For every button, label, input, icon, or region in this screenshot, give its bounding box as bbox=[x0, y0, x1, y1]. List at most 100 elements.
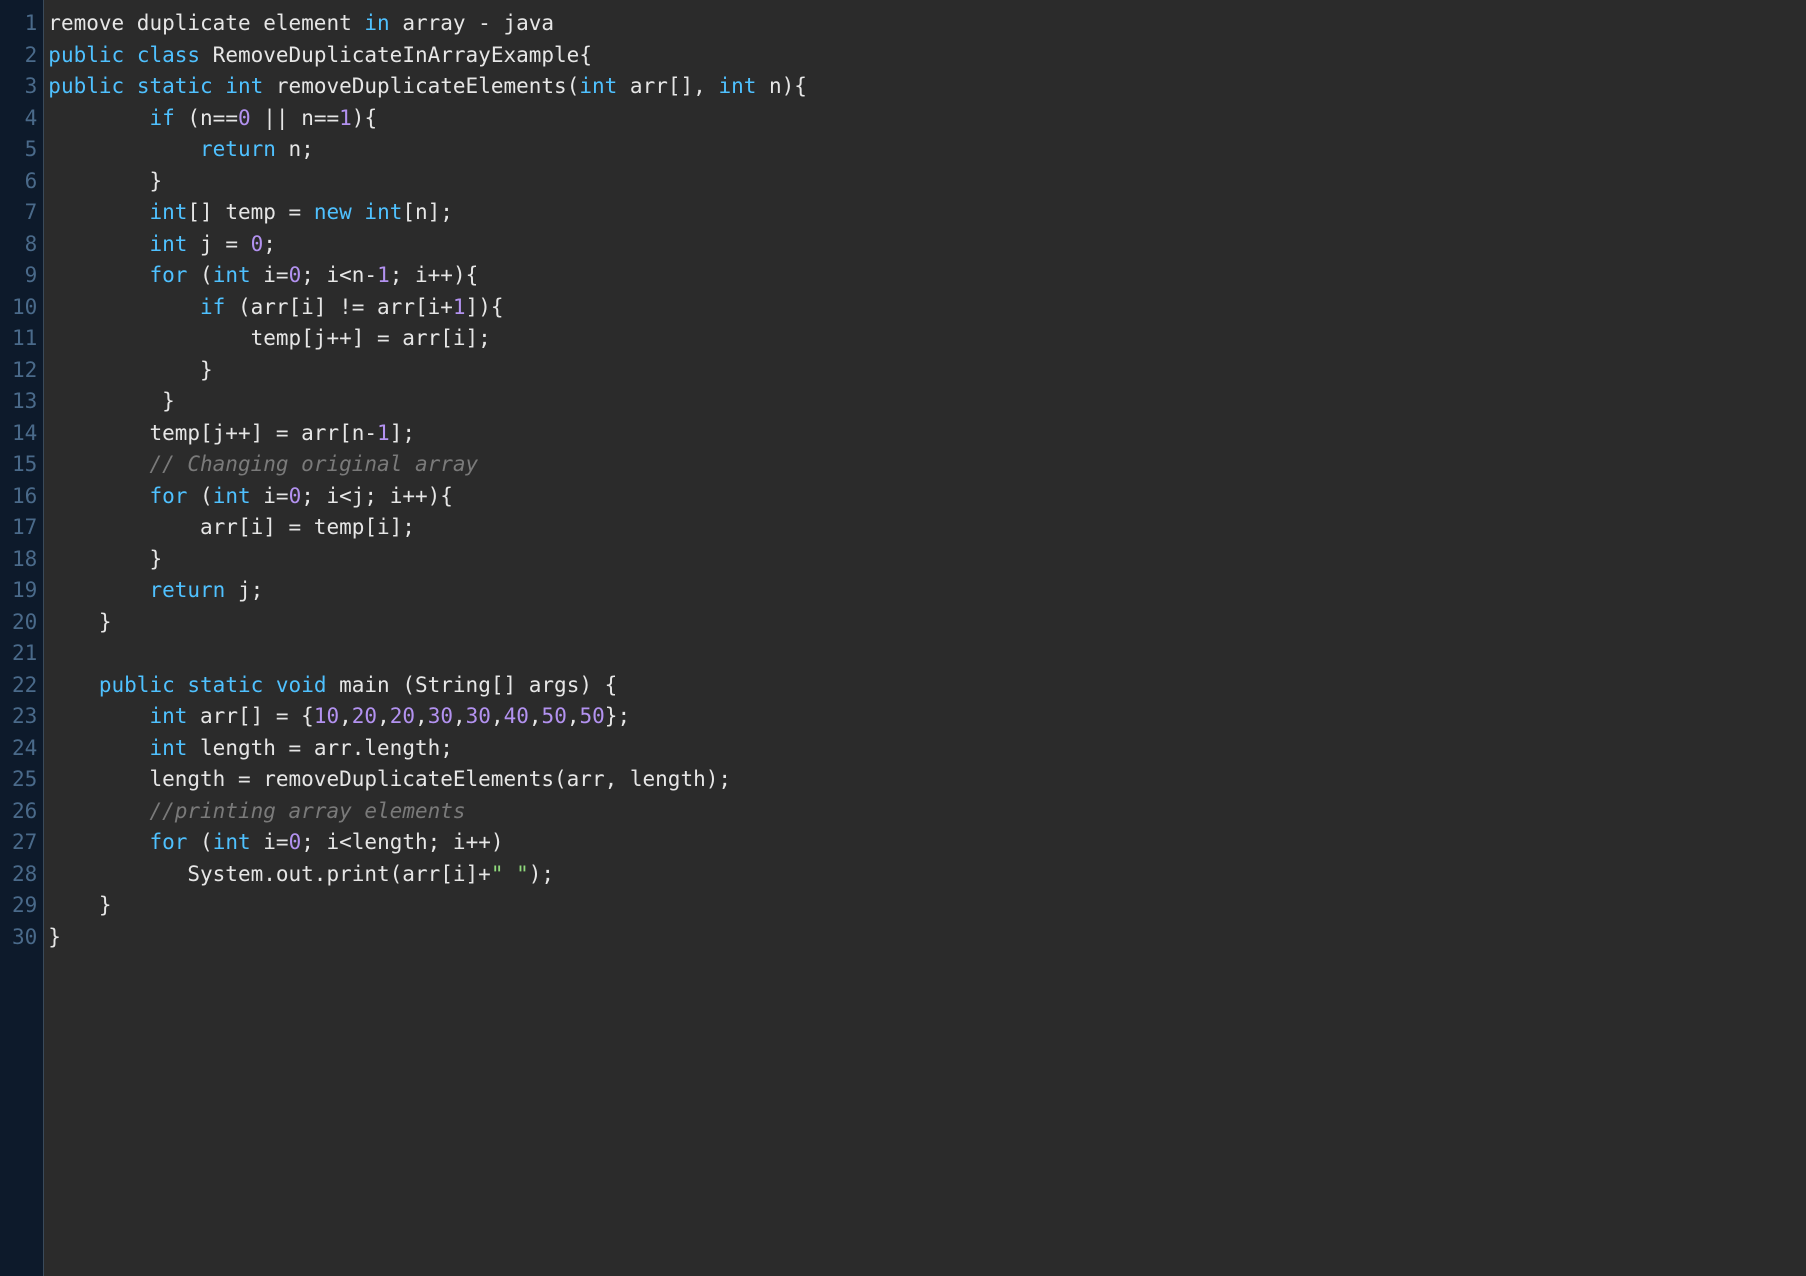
code-line[interactable]: } bbox=[48, 607, 1806, 639]
code-token: 0 bbox=[289, 830, 302, 854]
code-line[interactable]: //printing array elements bbox=[48, 796, 1806, 828]
code-token: j; bbox=[225, 578, 288, 602]
code-token: main (String[] args) { bbox=[326, 673, 642, 697]
code-token: 0 bbox=[289, 484, 302, 508]
code-token: 1 bbox=[339, 106, 352, 130]
code-line[interactable]: // Changing original array bbox=[48, 449, 1806, 481]
code-token: , bbox=[529, 704, 542, 728]
code-token: 0 bbox=[251, 232, 264, 256]
code-line[interactable]: length = removeDuplicateElements(arr, le… bbox=[48, 764, 1806, 796]
code-token bbox=[48, 830, 149, 854]
code-line[interactable]: } bbox=[48, 544, 1806, 576]
code-line[interactable]: for (int i=0; i<j; i++){ bbox=[48, 481, 1806, 513]
code-line[interactable] bbox=[48, 638, 1806, 670]
code-token: public bbox=[48, 43, 124, 67]
code-line[interactable]: temp[j++] = arr[n-1]; bbox=[48, 418, 1806, 450]
code-token: length = arr.length; bbox=[187, 736, 478, 760]
line-number-gutter: 1234567891011121314151617181920212223242… bbox=[0, 0, 44, 1276]
line-number: 5 bbox=[12, 134, 37, 166]
code-token bbox=[48, 452, 149, 476]
code-token: for bbox=[149, 830, 187, 854]
code-token: int bbox=[213, 484, 251, 508]
code-token bbox=[48, 137, 200, 161]
code-line[interactable]: for (int i=0; i<length; i++) bbox=[48, 827, 1806, 859]
code-line[interactable]: return n; bbox=[48, 134, 1806, 166]
code-token bbox=[48, 578, 149, 602]
code-token: }; bbox=[605, 704, 656, 728]
code-token: temp[j++] = arr[n- bbox=[48, 421, 377, 445]
code-line[interactable]: } bbox=[48, 166, 1806, 198]
code-token: in bbox=[364, 11, 389, 35]
code-token: if bbox=[200, 295, 225, 319]
code-token: } bbox=[48, 925, 86, 949]
code-token bbox=[48, 641, 137, 665]
code-token: [n]; bbox=[402, 200, 478, 224]
code-token: int bbox=[149, 736, 187, 760]
code-token bbox=[263, 673, 276, 697]
line-number: 30 bbox=[12, 922, 37, 954]
code-token: arr[], bbox=[617, 74, 718, 98]
code-token: 0 bbox=[238, 106, 251, 130]
code-token: int bbox=[225, 74, 263, 98]
code-token bbox=[352, 200, 365, 224]
code-token: 50 bbox=[580, 704, 605, 728]
code-line[interactable]: int j = 0; bbox=[48, 229, 1806, 261]
code-line[interactable]: public static int removeDuplicateElement… bbox=[48, 71, 1806, 103]
code-token: void bbox=[276, 673, 327, 697]
code-token: 40 bbox=[504, 704, 529, 728]
code-token: static bbox=[137, 74, 213, 98]
line-number: 9 bbox=[12, 260, 37, 292]
code-token: if bbox=[149, 106, 174, 130]
line-number: 26 bbox=[12, 796, 37, 828]
code-token: ; bbox=[263, 232, 301, 256]
code-token: } bbox=[48, 389, 200, 413]
line-number: 14 bbox=[12, 418, 37, 450]
line-number: 19 bbox=[12, 575, 37, 607]
code-token: || n== bbox=[251, 106, 340, 130]
code-token: ( bbox=[187, 830, 212, 854]
code-token: arr[] = { bbox=[187, 704, 313, 728]
code-line[interactable]: public class RemoveDuplicateInArrayExamp… bbox=[48, 40, 1806, 72]
code-line[interactable]: temp[j++] = arr[i]; bbox=[48, 323, 1806, 355]
code-line[interactable]: if (arr[i] != arr[i+1]){ bbox=[48, 292, 1806, 324]
code-line[interactable]: remove duplicate element in array - java bbox=[48, 8, 1806, 40]
line-number: 12 bbox=[12, 355, 37, 387]
line-number: 10 bbox=[12, 292, 37, 324]
code-token: , bbox=[377, 704, 390, 728]
code-token: 1 bbox=[377, 263, 390, 287]
code-line[interactable]: } bbox=[48, 386, 1806, 418]
line-number: 20 bbox=[12, 607, 37, 639]
code-line[interactable]: } bbox=[48, 922, 1806, 954]
line-number: 27 bbox=[12, 827, 37, 859]
code-token: public bbox=[99, 673, 175, 697]
code-line[interactable]: int arr[] = {10,20,20,30,30,40,50,50}; bbox=[48, 701, 1806, 733]
code-line[interactable]: int length = arr.length; bbox=[48, 733, 1806, 765]
code-token bbox=[124, 43, 137, 67]
code-line[interactable]: public static void main (String[] args) … bbox=[48, 670, 1806, 702]
code-token: ){ bbox=[352, 106, 403, 130]
code-token: ; i++){ bbox=[390, 263, 504, 287]
code-token: ( bbox=[187, 484, 212, 508]
code-line[interactable]: } bbox=[48, 355, 1806, 387]
code-token: 50 bbox=[542, 704, 567, 728]
code-token: 10 bbox=[314, 704, 339, 728]
code-line[interactable]: arr[i] = temp[i]; bbox=[48, 512, 1806, 544]
code-token: ]){ bbox=[466, 295, 529, 319]
code-token: , bbox=[567, 704, 580, 728]
code-token: (n== bbox=[175, 106, 238, 130]
code-token: int bbox=[149, 232, 187, 256]
code-token: , bbox=[339, 704, 352, 728]
code-token: ]; bbox=[390, 421, 479, 445]
code-line[interactable]: int[] temp = new int[n]; bbox=[48, 197, 1806, 229]
code-line[interactable]: return j; bbox=[48, 575, 1806, 607]
code-line[interactable]: System.out.print(arr[i]+" "); bbox=[48, 859, 1806, 891]
code-line[interactable]: for (int i=0; i<n-1; i++){ bbox=[48, 260, 1806, 292]
code-line[interactable]: } bbox=[48, 890, 1806, 922]
line-number: 28 bbox=[12, 859, 37, 891]
code-line[interactable]: if (n==0 || n==1){ bbox=[48, 103, 1806, 135]
line-number: 23 bbox=[12, 701, 37, 733]
line-number: 29 bbox=[12, 890, 37, 922]
code-token: 20 bbox=[390, 704, 415, 728]
line-number: 6 bbox=[12, 166, 37, 198]
code-editor-area[interactable]: remove duplicate element in array - java… bbox=[44, 0, 1806, 1276]
